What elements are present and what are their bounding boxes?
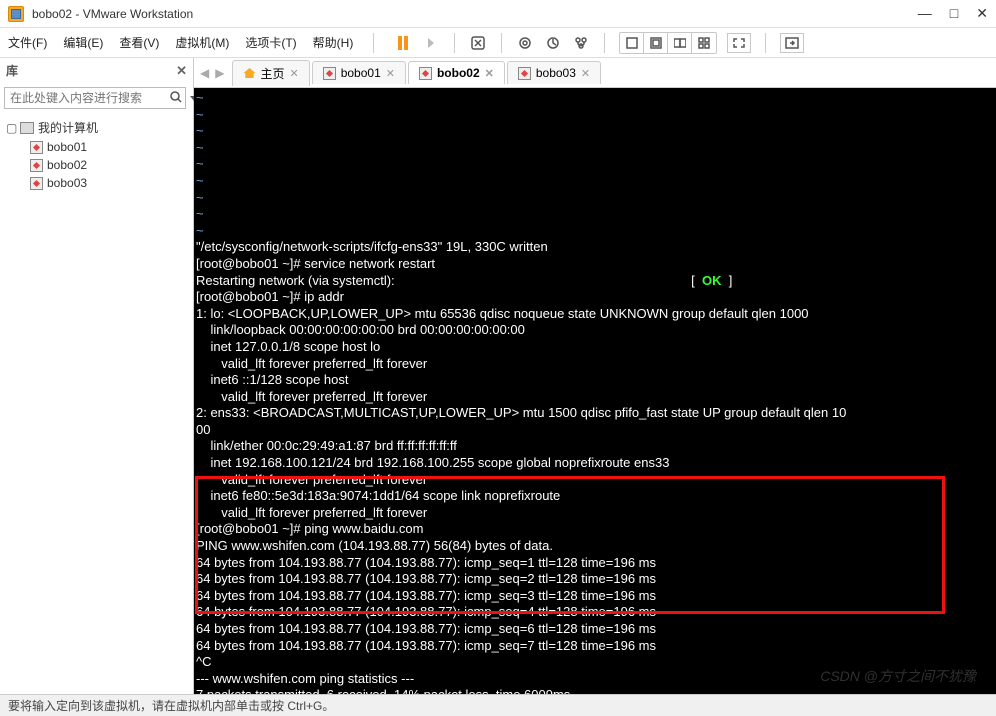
- play-icon[interactable]: [422, 34, 440, 52]
- home-icon: [243, 68, 255, 78]
- library-sidebar: 库 ✕ ▢ 我的计算机 bobo01 bobo02: [0, 58, 194, 694]
- term-ip-addr: [root@bobo01 ~]# ip addr: [196, 289, 344, 304]
- view-unity-icon[interactable]: [668, 33, 692, 53]
- snapshot-icon[interactable]: [516, 34, 534, 52]
- menu-file[interactable]: 文件(F): [8, 34, 47, 51]
- statusbar: 要将输入定向到该虚拟机，请在虚拟机内部单击或按 Ctrl+G。: [0, 694, 996, 716]
- titlebar: bobo02 - VMware Workstation — □ ✕: [0, 0, 996, 28]
- tab-strip: ◀ ▶ 主页 ✕ bobo01 ✕ bobo02 ✕ bobo03 ✕: [194, 58, 996, 88]
- vm-icon: [419, 67, 432, 80]
- main-area: ◀ ▶ 主页 ✕ bobo01 ✕ bobo02 ✕ bobo03 ✕: [194, 58, 996, 694]
- term-ping-rows: 64 bytes from 104.193.88.77 (104.193.88.…: [196, 555, 656, 653]
- library-tree: ▢ 我的计算机 bobo01 bobo02 bobo03: [0, 113, 193, 196]
- tab-close-icon[interactable]: ✕: [386, 67, 395, 80]
- sidebar-close-icon[interactable]: ✕: [176, 63, 187, 79]
- view-mode-group: [619, 32, 717, 54]
- vm-icon: [323, 67, 336, 80]
- tab-close-icon[interactable]: ✕: [289, 67, 298, 80]
- separator: [604, 33, 605, 53]
- computer-icon: [20, 122, 34, 134]
- term-service-restart: [root@bobo01 ~]# service network restart: [196, 256, 435, 271]
- term-ping-cmd: [root@bobo01 ~]# ping www.baidu.com: [196, 521, 423, 536]
- menu-view[interactable]: 查看(V): [119, 34, 159, 51]
- window-title: bobo02 - VMware Workstation: [32, 7, 918, 21]
- term-restarting: Restarting network (via systemctl):: [196, 273, 395, 288]
- vm-icon: [518, 67, 531, 80]
- term-ctrl-c: ^C: [196, 654, 212, 669]
- status-text: 要将输入定向到该虚拟机，请在虚拟机内部单击或按 Ctrl+G。: [8, 697, 334, 714]
- tab-label: bobo01: [341, 66, 381, 80]
- menu-edit[interactable]: 编辑(E): [63, 34, 103, 51]
- fullscreen-icon[interactable]: [727, 33, 751, 53]
- tree-root-label: 我的计算机: [38, 119, 98, 136]
- quick-switch-icon[interactable]: [780, 33, 804, 53]
- term-ping-stats: --- www.wshifen.com ping statistics --- …: [196, 671, 570, 694]
- send-ctrl-alt-del-icon[interactable]: [469, 34, 487, 52]
- vm-icon: [30, 159, 43, 172]
- tree-item-bobo01[interactable]: bobo01: [2, 138, 191, 156]
- term-lo-block: 1: lo: <LOOPBACK,UP,LOWER_UP> mtu 65536 …: [196, 306, 809, 404]
- view-single-icon[interactable]: [620, 33, 644, 53]
- term-ens33-block: 2: ens33: <BROADCAST,MULTICAST,UP,LOWER_…: [196, 405, 846, 520]
- tab-label: bobo02: [437, 66, 480, 80]
- tree-item-bobo03[interactable]: bobo03: [2, 174, 191, 192]
- view-thumb-icon[interactable]: [692, 33, 716, 53]
- tab-nav-left-icon[interactable]: ◀: [200, 66, 209, 80]
- vmware-app-icon: [8, 6, 24, 22]
- tree-item-label: bobo02: [47, 158, 87, 172]
- pause-icon[interactable]: [394, 34, 412, 52]
- tab-label: bobo03: [536, 66, 576, 80]
- vm-console[interactable]: ~ ~ ~ ~ ~ ~ ~ ~ ~ "/etc/sysconfig/networ…: [194, 88, 996, 694]
- tree-item-label: bobo01: [47, 140, 87, 154]
- search-icon[interactable]: [170, 91, 182, 106]
- tree-item-label: bobo03: [47, 176, 87, 190]
- tab-bobo02[interactable]: bobo02 ✕: [408, 61, 505, 84]
- minimize-button[interactable]: —: [918, 5, 932, 22]
- menubar: 文件(F) 编辑(E) 查看(V) 虚拟机(M) 选项卡(T) 帮助(H): [0, 28, 996, 58]
- vm-icon: [30, 177, 43, 190]
- maximize-button[interactable]: □: [950, 5, 958, 22]
- manage-snapshots-icon[interactable]: [572, 34, 590, 52]
- tab-home[interactable]: 主页 ✕: [232, 60, 309, 86]
- search-input[interactable]: [4, 87, 186, 109]
- menu-vm[interactable]: 虚拟机(M): [175, 34, 229, 51]
- term-ping-header: PING www.wshifen.com (104.193.88.77) 56(…: [196, 538, 553, 553]
- tab-label: 主页: [260, 65, 284, 82]
- close-button[interactable]: ✕: [976, 5, 988, 22]
- tab-bobo03[interactable]: bobo03 ✕: [507, 61, 601, 84]
- tree-root-mycomputer[interactable]: ▢ 我的计算机: [2, 117, 191, 138]
- tab-nav-right-icon[interactable]: ▶: [215, 66, 224, 80]
- vm-icon: [30, 141, 43, 154]
- term-tildes: ~ ~ ~ ~ ~ ~ ~ ~ ~: [196, 90, 204, 238]
- term-ok: OK: [702, 273, 722, 288]
- menu-help[interactable]: 帮助(H): [313, 34, 354, 51]
- tab-bobo01[interactable]: bobo01 ✕: [312, 61, 406, 84]
- tab-close-icon[interactable]: ✕: [581, 67, 590, 80]
- sidebar-title: 库: [6, 62, 176, 79]
- separator: [501, 33, 502, 53]
- tree-item-bobo02[interactable]: bobo02: [2, 156, 191, 174]
- separator: [765, 33, 766, 53]
- separator: [454, 33, 455, 53]
- tab-close-icon[interactable]: ✕: [485, 67, 494, 80]
- term-cfg-written: "/etc/sysconfig/network-scripts/ifcfg-en…: [196, 239, 548, 254]
- revert-snapshot-icon[interactable]: [544, 34, 562, 52]
- view-console-icon[interactable]: [644, 33, 668, 53]
- menu-tabs[interactable]: 选项卡(T): [245, 34, 296, 51]
- separator: [373, 33, 374, 53]
